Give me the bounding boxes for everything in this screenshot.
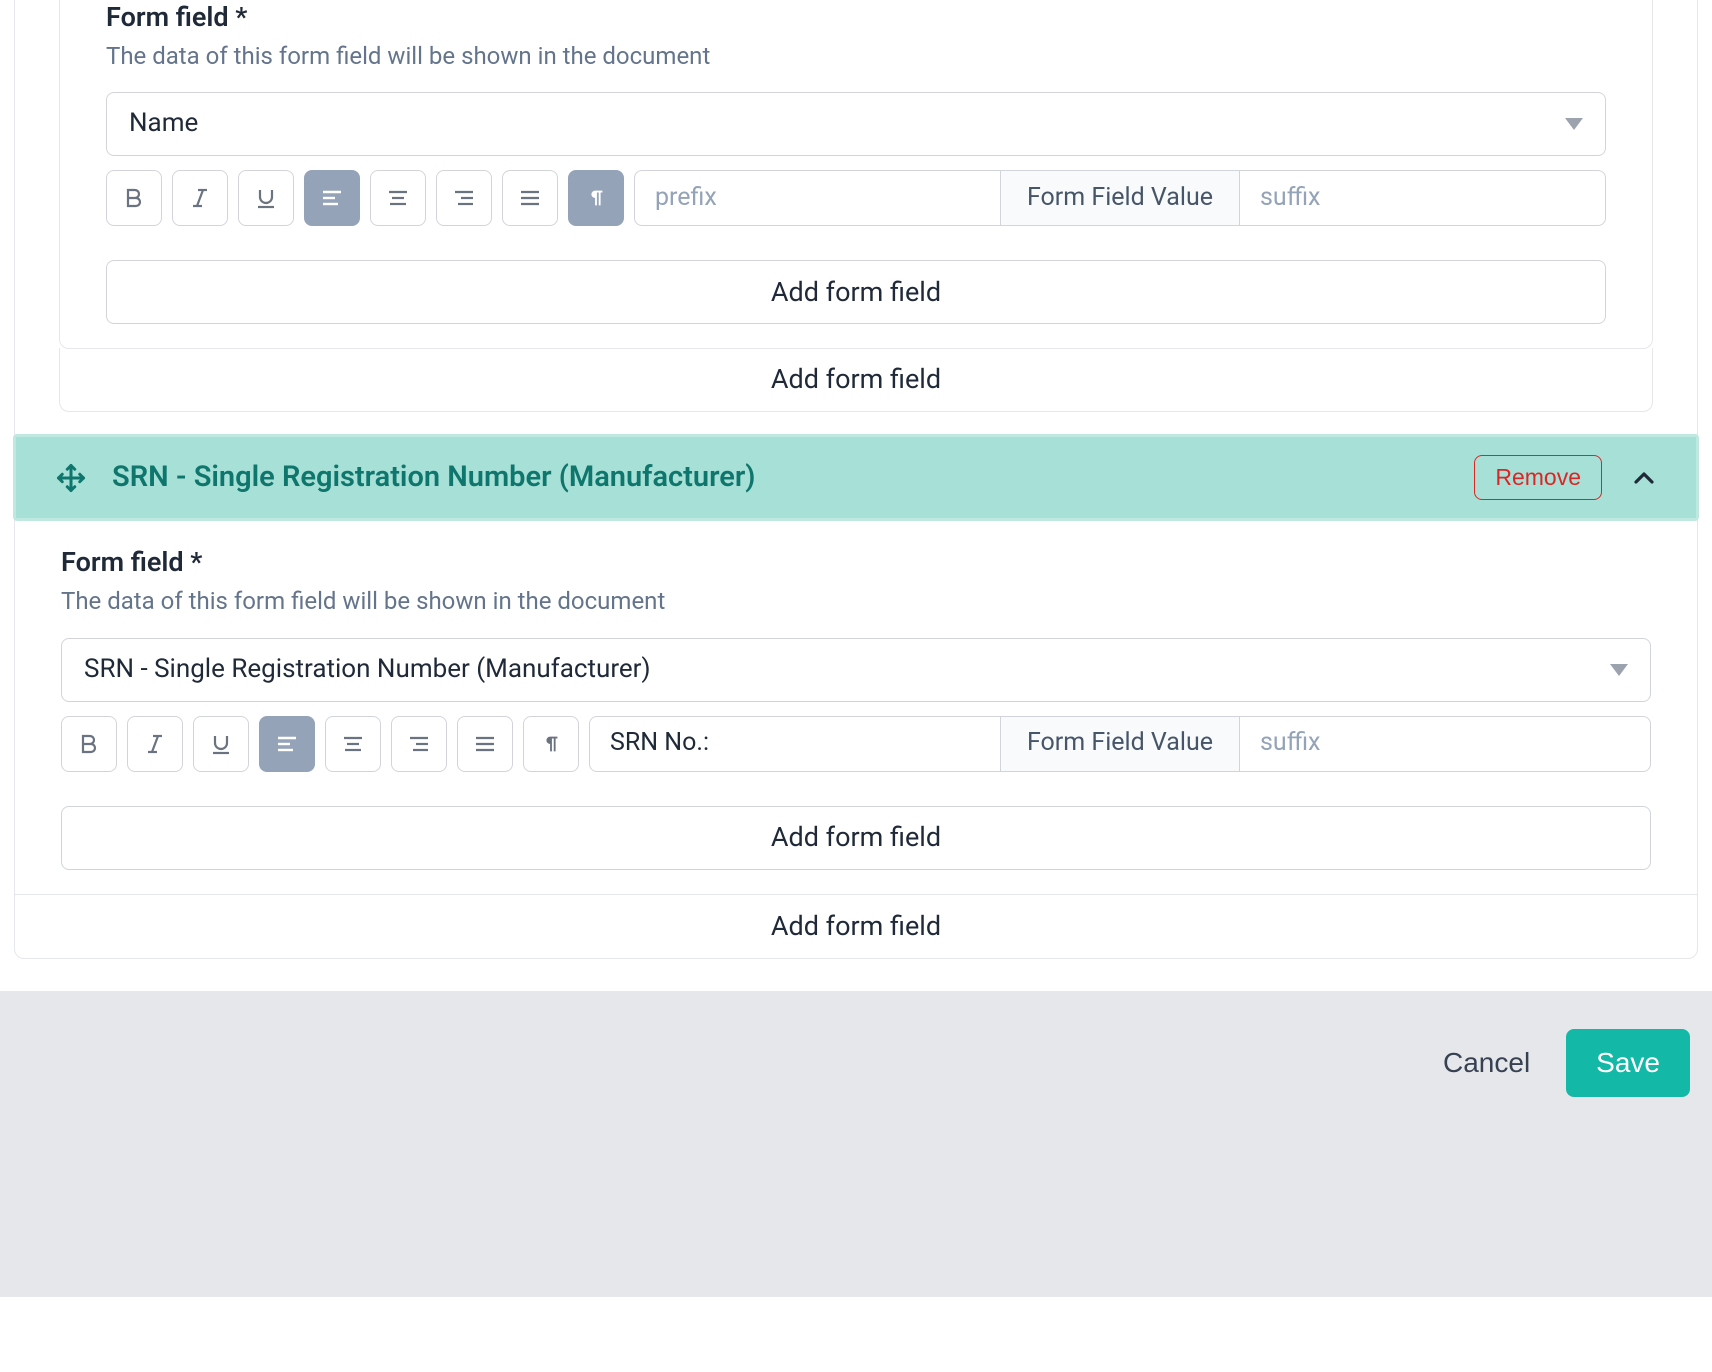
form-field-select[interactable]: Name: [106, 92, 1606, 156]
select-value: SRN - Single Registration Number (Manufa…: [84, 653, 651, 687]
footer: Cancel Save: [0, 991, 1712, 1297]
form-field-value-label: Form Field Value: [1001, 171, 1240, 225]
select-value: Name: [129, 107, 198, 141]
add-form-field-button[interactable]: Add form field: [61, 806, 1651, 870]
cancel-button[interactable]: Cancel: [1433, 1033, 1540, 1093]
align-right-button[interactable]: [391, 716, 447, 772]
align-left-button[interactable]: [259, 716, 315, 772]
caret-down-icon: [1565, 118, 1583, 130]
bold-button[interactable]: [61, 716, 117, 772]
bold-button[interactable]: [106, 170, 162, 226]
format-toolbar: prefix Form Field Value suffix: [106, 170, 1606, 226]
add-form-field-button[interactable]: Add form field: [15, 894, 1697, 958]
caret-down-icon: [1610, 664, 1628, 676]
form-panel: Form field * The data of this form field…: [14, 0, 1698, 959]
field-label: Form field *: [106, 0, 1606, 35]
align-justify-button[interactable]: [457, 716, 513, 772]
prefix-input[interactable]: SRN No.:: [590, 717, 1001, 771]
field-help: The data of this form field will be show…: [106, 41, 1606, 72]
section-srn-body: Form field * The data of this form field…: [15, 521, 1697, 893]
add-form-field-button[interactable]: Add form field: [59, 348, 1653, 412]
align-justify-button[interactable]: [502, 170, 558, 226]
section-title: SRN - Single Registration Number (Manufa…: [112, 459, 1448, 497]
align-right-button[interactable]: [436, 170, 492, 226]
align-left-button[interactable]: [304, 170, 360, 226]
section-name: Form field * The data of this form field…: [59, 0, 1653, 349]
underline-button[interactable]: [238, 170, 294, 226]
section-header[interactable]: SRN - Single Registration Number (Manufa…: [16, 437, 1696, 518]
prefix-suffix-group: prefix Form Field Value suffix: [634, 170, 1606, 226]
move-icon[interactable]: [56, 463, 86, 493]
remove-button[interactable]: Remove: [1474, 455, 1602, 500]
prefix-suffix-group: SRN No.: Form Field Value suffix: [589, 716, 1651, 772]
align-center-button[interactable]: [325, 716, 381, 772]
italic-button[interactable]: [127, 716, 183, 772]
add-form-field-button[interactable]: Add form field: [106, 260, 1606, 324]
section-srn: SRN - Single Registration Number (Manufa…: [13, 434, 1699, 521]
field-label: Form field *: [61, 545, 1651, 580]
form-field-select[interactable]: SRN - Single Registration Number (Manufa…: [61, 638, 1651, 702]
chevron-up-icon[interactable]: [1628, 462, 1660, 494]
italic-button[interactable]: [172, 170, 228, 226]
pilcrow-button[interactable]: [523, 716, 579, 772]
save-button[interactable]: Save: [1566, 1029, 1690, 1097]
align-center-button[interactable]: [370, 170, 426, 226]
suffix-input[interactable]: suffix: [1240, 171, 1605, 225]
suffix-input[interactable]: suffix: [1240, 717, 1650, 771]
format-toolbar: SRN No.: Form Field Value suffix: [61, 716, 1651, 772]
field-help: The data of this form field will be show…: [61, 586, 1651, 617]
form-field-value-label: Form Field Value: [1001, 717, 1240, 771]
pilcrow-button[interactable]: [568, 170, 624, 226]
prefix-input[interactable]: prefix: [635, 171, 1001, 225]
underline-button[interactable]: [193, 716, 249, 772]
